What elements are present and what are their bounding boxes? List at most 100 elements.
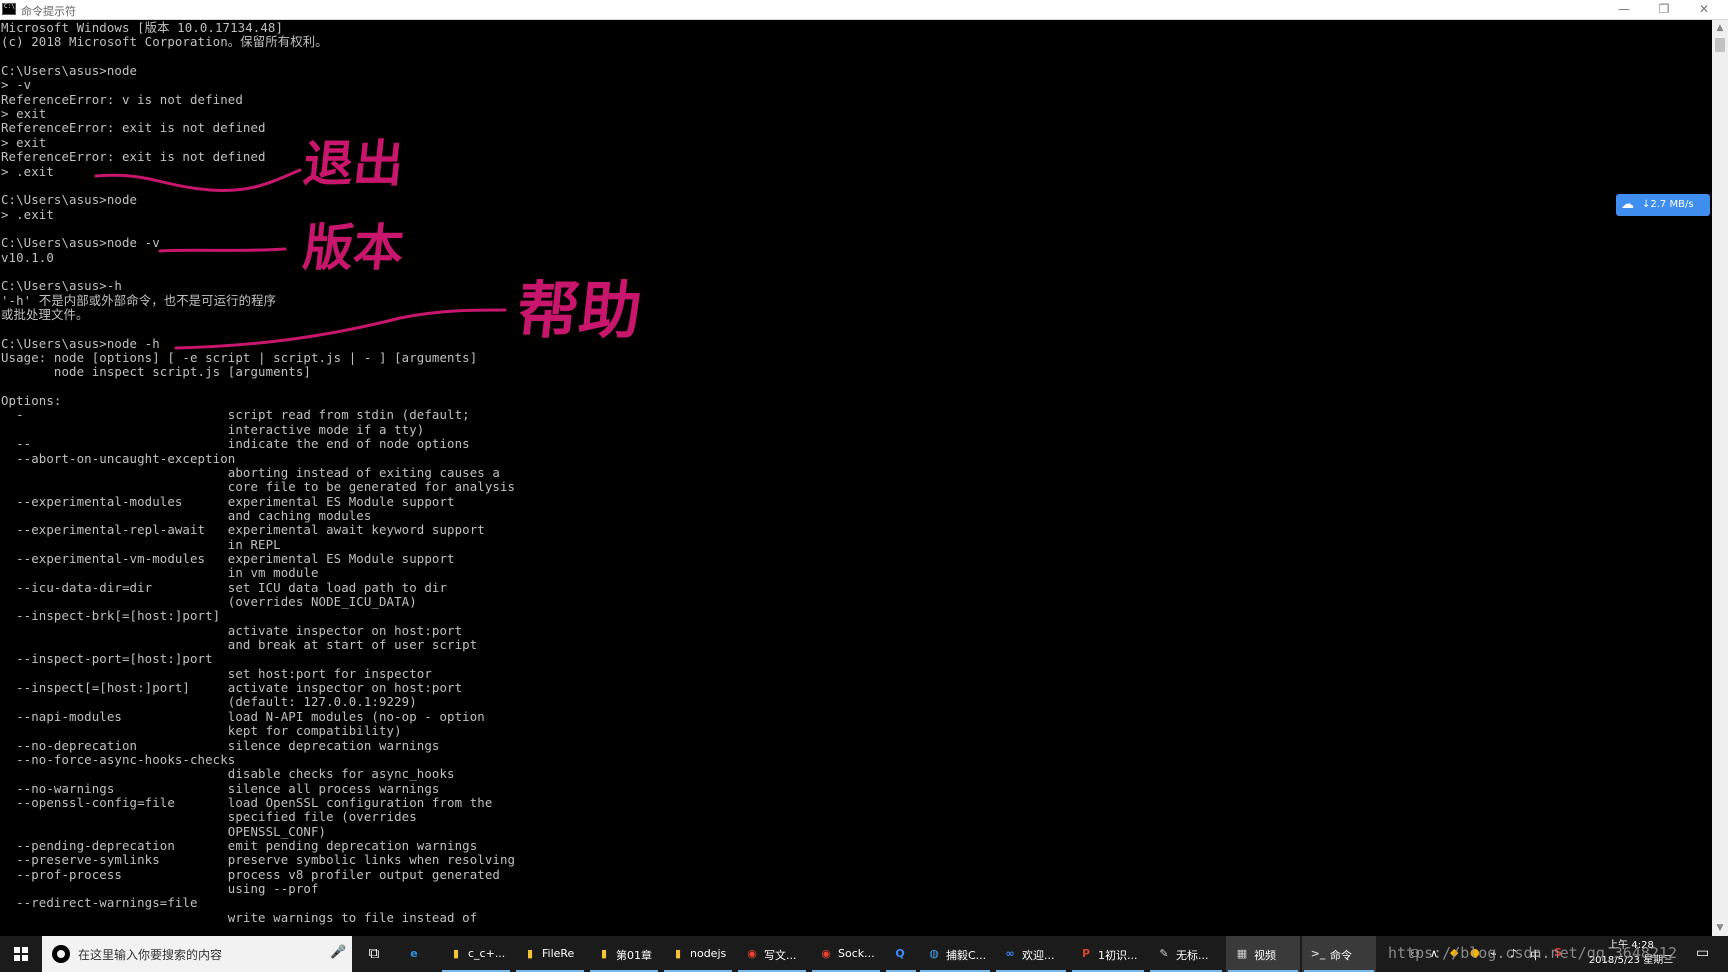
qq-browser-icon: Q <box>895 947 905 960</box>
console-line: --experimental-repl-await experimental a… <box>1 522 485 538</box>
console-line: specified file (overrides <box>1 809 417 825</box>
console-line: v10.1.0 <box>1 249 54 265</box>
taskbar-item[interactable]: >_ 命令 <box>1302 936 1376 972</box>
console-line: aborting instead of exiting causes a <box>1 464 500 480</box>
search-placeholder: 在这里输入你要搜索的内容 <box>78 948 223 962</box>
taskbar-item[interactable]: ▮ 第01章 <box>588 936 660 972</box>
windows-logo-icon <box>14 947 28 961</box>
console-line: --icu-data-dir=dir set ICU data load pat… <box>1 579 448 595</box>
annotation-version: 版本 <box>300 219 407 277</box>
console-line: --experimental-vm-modules experimental E… <box>1 550 455 566</box>
cmd-icon: >_ <box>1310 947 1326 960</box>
console-line: Microsoft Windows [版本 10.0.17134.48] <box>1 20 284 35</box>
console-line: > exit <box>1 106 47 122</box>
console-line: in vm module <box>1 565 319 581</box>
console-line: using --prof <box>1 881 319 896</box>
console-output[interactable]: Microsoft Windows [版本 10.0.17134.48] (c) … <box>0 20 1712 936</box>
cortana-icon[interactable] <box>52 945 70 963</box>
taskbar-item-label: 命令 <box>1330 949 1352 962</box>
taskbar-item[interactable]: ▮ nodejs <box>662 936 734 972</box>
console-line: activate inspector on host:port <box>1 622 463 638</box>
video-icon: ▦ <box>1236 947 1248 960</box>
console-line: interactive mode if a tty) <box>1 421 425 437</box>
taskbar-item[interactable]: Q <box>884 936 918 972</box>
console-line: and caching modules <box>1 507 372 523</box>
console-line: disable checks for async_hooks <box>1 766 455 782</box>
globe-icon: ◍ <box>929 947 939 960</box>
console-line: --no-deprecation silence deprecation war… <box>1 737 440 753</box>
console-line: --napi-modules load N-API modules (no-op… <box>1 708 485 724</box>
console-line: ReferenceError: v is not defined <box>1 91 243 107</box>
console-line: in REPL <box>1 536 281 552</box>
console-line: --inspect-port=[host:]port <box>1 651 213 667</box>
taskbar-item[interactable]: ◉ 写文... <box>736 936 808 972</box>
taskbar-item[interactable]: e <box>398 936 434 972</box>
window-titlebar[interactable]: 命令提示符 — ❐ ✕ <box>0 0 1728 20</box>
annotation-help: 帮助 <box>513 274 646 347</box>
baidu-netdisk-icon: ∞ <box>1005 947 1015 960</box>
console-line: kept for compatibility) <box>1 723 402 739</box>
taskbar-item[interactable]: ◍ 捕毅C... <box>918 936 992 972</box>
taskbar-item-label: 捕毅C... <box>946 949 987 962</box>
console-line: --no-force-async-hooks-checks <box>1 751 236 767</box>
folder-icon: ▮ <box>452 947 460 960</box>
console-line: --experimental-modules experimental ES M… <box>1 493 455 509</box>
taskbar-item-label: 无标... <box>1176 949 1209 962</box>
cmd-app-icon <box>2 3 16 15</box>
paint-icon: ✎ <box>1159 947 1169 960</box>
taskbar-item[interactable]: ▮ FileRe <box>514 936 586 972</box>
console-line: core file to be generated for analysis <box>1 479 516 495</box>
taskbar-item-label: c_c+... <box>468 947 506 960</box>
download-speed: ↓2.7 MB/s <box>1642 199 1694 210</box>
taskbar-search[interactable]: 在这里输入你要搜索的内容 🎤 <box>42 936 352 972</box>
start-button[interactable] <box>0 936 42 972</box>
taskbar-item[interactable]: P 1初识... <box>1070 936 1146 972</box>
console-line: -- indicate the end of node options <box>1 436 470 452</box>
minimize-button[interactable]: — <box>1604 0 1644 19</box>
console-line: '-h' 不是内部或外部命令，也不是可运行的程序 <box>1 292 277 308</box>
download-speed-widget[interactable]: ☁ ↓2.7 MB/s <box>1616 194 1710 216</box>
folder-icon: ▮ <box>526 947 534 960</box>
console-line: OPENSSL_CONF) <box>1 823 327 839</box>
taskbar-item-label: 1初识... <box>1098 949 1138 962</box>
folder-icon: ▮ <box>600 947 608 960</box>
console-line: --pending-deprecation emit pending depre… <box>1 837 478 853</box>
vertical-scrollbar[interactable]: ▲ ▼ <box>1712 20 1728 936</box>
edge-icon: e <box>410 947 418 960</box>
console-line: (default: 127.0.0.1:9229) <box>1 694 417 710</box>
console-line: > .exit <box>1 163 54 179</box>
taskbar-item-label: FileRe <box>542 947 575 960</box>
console-line: ReferenceError: exit is not defined <box>1 149 266 165</box>
taskbar-item[interactable]: ◉ Sock... <box>810 936 882 972</box>
microphone-icon[interactable]: 🎤 <box>330 945 346 960</box>
taskbar-item-label: 视频 <box>1254 949 1276 962</box>
taskbar-item[interactable]: ✎ 无标... <box>1148 936 1224 972</box>
console-line: --redirect-warnings=file <box>1 895 198 911</box>
chrome-icon: ◉ <box>747 947 757 960</box>
watermark: https://blog.csdn.net/qq_3648212 <box>1388 944 1677 962</box>
console-line: C:\Users\asus>node -v <box>1 235 160 251</box>
scroll-down-arrow-icon[interactable]: ▼ <box>1712 920 1728 936</box>
console-line: > .exit <box>1 206 54 222</box>
annotation-exit: 退出 <box>300 135 407 193</box>
console-line: --openssl-config=file load OpenSSL confi… <box>1 794 493 810</box>
console-line: --preserve-symlinks preserve symbolic li… <box>1 852 516 868</box>
taskbar-item[interactable]: ∞ 欢迎... <box>994 936 1068 972</box>
console-line: > exit <box>1 134 47 150</box>
maximize-button[interactable]: ❐ <box>1644 0 1684 19</box>
taskbar-item[interactable]: ▮ c_c+... <box>440 936 512 972</box>
scroll-up-arrow-icon[interactable]: ▲ <box>1712 20 1728 36</box>
task-view-icon[interactable]: ⧉ <box>360 944 388 964</box>
console-line: C:\Users\asus>-h <box>1 278 122 294</box>
console-line: set host:port for inspector <box>1 665 432 681</box>
taskbar-item[interactable]: ▦ 视频 <box>1226 936 1300 972</box>
console-line: 或批处理文件。 <box>1 307 89 322</box>
console-line: --abort-on-uncaught-exception <box>1 450 236 466</box>
taskbar-item-label: Sock... <box>838 947 875 960</box>
taskbar-item-label: 第01章 <box>616 949 652 962</box>
console-line: and break at start of user script <box>1 637 478 653</box>
console-line: - script read from stdin (default; <box>1 407 470 423</box>
close-button[interactable]: ✕ <box>1684 0 1724 19</box>
scrollbar-thumb[interactable] <box>1715 38 1725 52</box>
console-line: > -v <box>1 77 32 93</box>
